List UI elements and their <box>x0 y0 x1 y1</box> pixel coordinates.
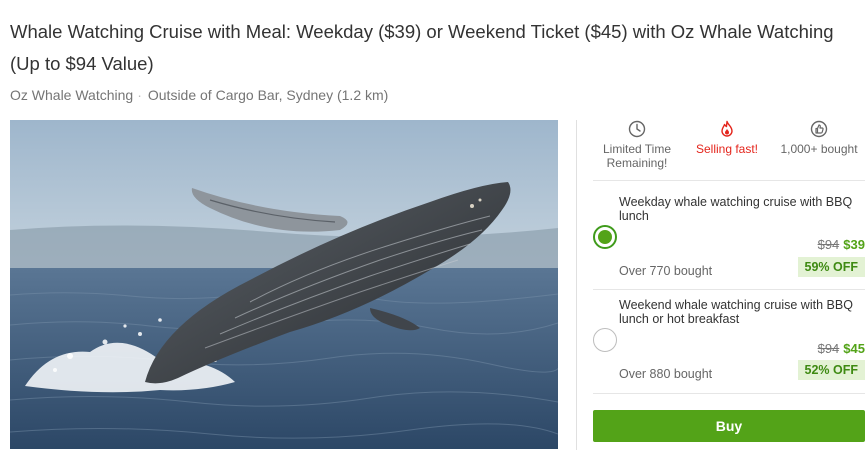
clock-icon <box>628 120 646 138</box>
badge-selling-fast: Selling fast! <box>689 120 765 156</box>
option-prices: $94 $45 <box>818 341 865 356</box>
discount-badge: 52% OFF <box>797 360 865 380</box>
option-title: Weekday whale watching cruise with BBQ l… <box>619 195 853 223</box>
option-radio-selected[interactable] <box>593 225 617 249</box>
deal-title: Whale Watching Cruise with Meal: Weekday… <box>10 21 834 74</box>
deal-meta: Oz Whale Watching · Outside of Cargo Bar, … <box>10 87 388 103</box>
deal-price: $39 <box>843 237 865 252</box>
option-weekday[interactable]: Weekday whale watching cruise with BBQ l… <box>593 195 865 297</box>
deal-location[interactable]: Outside of Cargo Bar, Sydney (1.2 km) <box>148 87 388 103</box>
badge-bought-count: 1,000+ bought <box>773 120 865 156</box>
option-title: Weekend whale watching cruise with BBQ l… <box>619 298 853 326</box>
divider <box>593 393 865 394</box>
flame-icon <box>718 120 736 138</box>
badge-limited-time-line2: Remaining! <box>606 156 668 170</box>
deal-price: $45 <box>843 341 865 356</box>
badge-limited-time-line1: Limited Time <box>602 142 672 156</box>
badge-selling-fast-label: Selling fast! <box>695 142 759 156</box>
column-divider <box>576 120 577 450</box>
option-radio[interactable] <box>593 328 617 352</box>
option-prices: $94 $39 <box>818 237 865 252</box>
divider <box>593 289 865 290</box>
original-price: $94 <box>817 237 840 252</box>
discount-badge: 59% OFF <box>797 257 865 277</box>
whale-breach-image <box>10 120 558 449</box>
thumbs-up-icon <box>810 120 828 138</box>
divider <box>593 180 865 181</box>
buy-button[interactable]: Buy <box>593 410 865 442</box>
badge-bought-label: 1,000+ bought <box>780 142 858 156</box>
original-price: $94 <box>817 341 840 356</box>
badge-limited-time: Limited Time Remaining! <box>593 120 681 170</box>
merchant-link[interactable]: Oz Whale Watching <box>10 87 133 103</box>
deal-badges: Limited Time Remaining! Selling fast! 1,… <box>593 120 865 178</box>
option-bought-count: Over 880 bought <box>619 367 713 381</box>
meta-separator: · <box>137 87 142 103</box>
deal-photo[interactable] <box>10 120 558 449</box>
option-bought-count: Over 770 bought <box>619 264 713 278</box>
option-weekend[interactable]: Weekend whale watching cruise with BBQ l… <box>593 298 865 400</box>
